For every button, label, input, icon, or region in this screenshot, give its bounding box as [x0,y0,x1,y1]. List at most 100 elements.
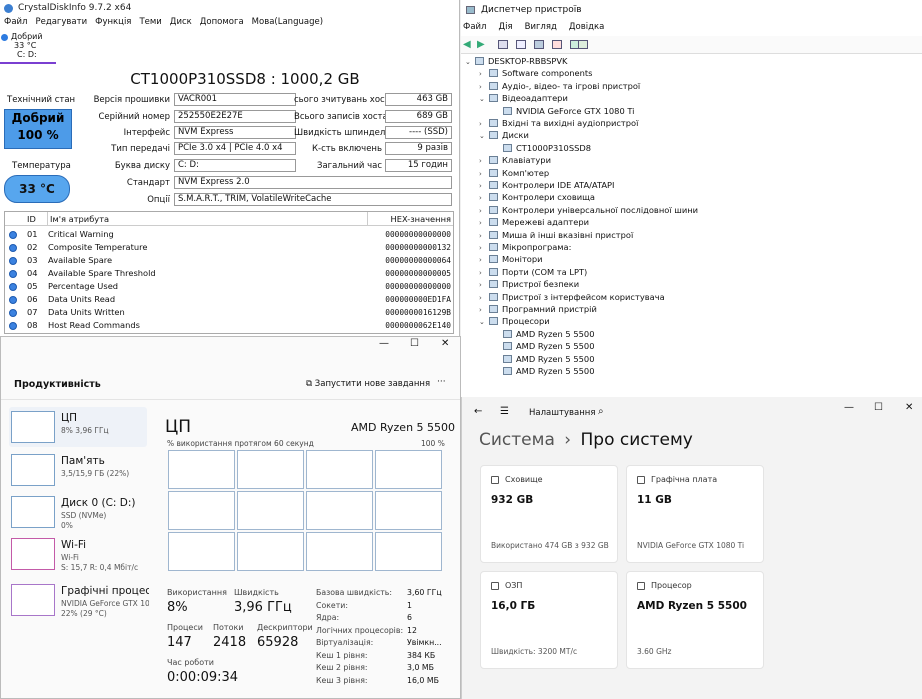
perf-sidebar-item[interactable]: Диск 0 (C: D:) SSD (NVMe) 0% [9,492,147,532]
list-icon[interactable] [516,40,526,49]
expand-chevron-icon[interactable]: › [479,192,489,204]
more-options-button[interactable]: ··· [437,377,446,387]
smart-row[interactable]: 06 Data Units Read 000000000ED1FA [5,293,453,306]
properties-icon[interactable] [498,40,508,49]
tree-node[interactable]: › Пристрої безпеки [479,278,579,290]
perf-sidebar-item[interactable]: ЦП 8% 3,96 ГГц [9,407,147,447]
tree-node[interactable]: AMD Ryzen 5 5500 [493,328,594,340]
smart-row[interactable]: 08 Host Read Commands 0000000062E140 [5,319,453,332]
tree-node[interactable]: ⌄ Диски [479,129,529,141]
collapse-chevron-icon[interactable]: ⌄ [465,56,475,68]
tree-node[interactable]: › Мережеві адаптери [479,216,589,228]
spec-card[interactable]: Процесор AMD Ryzen 5 5500 3.60 GHz [626,571,764,669]
back-icon[interactable]: ◀ [463,39,471,50]
menu-file[interactable]: Файл [4,17,27,30]
menu-edit[interactable]: Редагувати [35,17,87,30]
search-icon[interactable]: ⌕ [598,406,604,417]
menu-language[interactable]: Мова(Language) [252,17,323,30]
tree-node[interactable]: › Вхідні та вихідні аудіопристрої [479,117,638,129]
tree-node[interactable]: › Контролери сховища [479,191,595,203]
expand-chevron-icon[interactable]: › [479,279,489,291]
expand-chevron-icon[interactable]: › [479,217,489,229]
perf-sidebar-item[interactable]: Wi-Fi Wi-Fi S: 15,7 R: 0,4 Мбіт/с [9,534,147,574]
tree-node[interactable]: › Клавіатури [479,154,551,166]
tree-node[interactable]: AMD Ryzen 5 5500 [493,365,594,377]
tree-node[interactable]: ⌄ DESKTOP-RBBSPVK [465,55,568,67]
smart-row[interactable]: 04 Available Spare Threshold 0000000000000… [5,267,453,280]
menu-function[interactable]: Функція [95,17,131,30]
expand-chevron-icon[interactable]: › [479,205,489,217]
expand-chevron-icon[interactable]: › [479,118,489,130]
expand-chevron-icon[interactable]: › [479,81,489,93]
maximize-icon[interactable]: ☐ [410,338,419,349]
tree-node[interactable]: › Порти (COM та LPT) [479,266,587,278]
expand-chevron-icon[interactable]: › [479,230,489,242]
st-close-icon[interactable]: ✕ [905,402,913,413]
menu-disk[interactable]: Диск [170,17,192,30]
expand-chevron-icon[interactable]: › [479,267,489,279]
tree-node[interactable]: › Мікропрограма: [479,241,571,253]
health-status-badge[interactable]: Добрий 100 % [4,109,72,149]
smart-row[interactable]: 01 Critical Warning 00000000000000 [5,228,453,241]
uninstall-icon[interactable] [552,40,562,49]
tree-node[interactable]: › Комп'ютер [479,167,549,179]
dm-menu-action[interactable]: Дія [498,22,512,32]
tree-node[interactable]: NVIDIA GeForce GTX 1080 Ti [493,105,635,117]
cpu-core-graph [306,532,373,571]
smart-row[interactable]: 03 Available Spare 00000000000064 [5,254,453,267]
expand-chevron-icon[interactable]: › [479,168,489,180]
collapse-chevron-icon[interactable]: ⌄ [479,130,489,142]
scan-hardware-icon[interactable] [578,40,588,49]
tree-node[interactable]: › Монітори [479,253,543,265]
smart-row[interactable]: 02 Composite Temperature 00000000000132 [5,241,453,254]
tree-node[interactable]: › Аудіо-, відео- та ігрові пристрої [479,80,640,92]
forward-icon[interactable]: ▶ [477,39,485,50]
expand-chevron-icon[interactable]: › [479,180,489,192]
breadcrumb-system[interactable]: Система [479,430,555,450]
smart-table[interactable]: ID Ім'я атрибута HEX-значення 01 Critical… [4,211,454,334]
smart-row[interactable]: 07 Data Units Written 0000000016129B [5,306,453,319]
tree-node[interactable]: CT1000P310SSD8 [493,142,591,154]
menu-themes[interactable]: Теми [139,17,161,30]
expand-chevron-icon[interactable]: › [479,292,489,304]
st-maximize-icon[interactable]: ☐ [874,402,883,413]
tree-node[interactable]: › Миша й інші вказівні пристрої [479,229,633,241]
tree-node[interactable]: AMD Ryzen 5 5500 [493,353,594,365]
tree-node-label: Процесори [502,316,550,327]
expand-chevron-icon[interactable]: › [479,68,489,80]
tree-node[interactable]: › Контролери IDE ATA/ATAPI [479,179,615,191]
tree-node-label: AMD Ryzen 5 5500 [516,328,595,339]
tree-node[interactable]: › Контролери універсальної послідовної ши… [479,204,698,216]
spec-card[interactable]: Графічна плата 11 GB NVIDIA GeForce GTX 10… [626,465,764,563]
run-new-task-button[interactable]: ⧉ Запустити нове завдання [306,379,430,389]
collapse-chevron-icon[interactable]: ⌄ [479,316,489,328]
help-icon[interactable] [534,40,544,49]
close-icon[interactable]: ✕ [441,338,449,349]
smart-raw: 00000000000000 [385,282,451,291]
tree-node[interactable]: AMD Ryzen 5 5500 [493,340,594,352]
expand-chevron-icon[interactable]: › [479,304,489,316]
spec-card[interactable]: ОЗП 16,0 ГБ Швидкість: 3200 MT/с [480,571,618,669]
minimize-icon[interactable]: — [379,338,389,349]
dm-menu-file[interactable]: Файл [463,22,486,32]
tree-node[interactable]: › Software components [479,67,592,79]
tree-node[interactable]: › Програмний пристрій [479,303,597,315]
hamburger-menu-icon[interactable]: ☰ [500,406,509,417]
smart-row[interactable]: 05 Percentage Used 00000000000000 [5,280,453,293]
expand-chevron-icon[interactable]: › [479,242,489,254]
menu-help[interactable]: Допомога [200,17,244,30]
collapse-chevron-icon[interactable]: ⌄ [479,93,489,105]
dm-menu-help[interactable]: Довідка [569,22,604,32]
drive-tab[interactable]: Добрий 33 °C C: D: [0,32,56,64]
expand-chevron-icon[interactable]: › [479,254,489,266]
tree-node[interactable]: ⌄ Відеоадаптери [479,92,568,104]
tree-node[interactable]: › Пристрої з інтерфейсом користувача [479,291,665,303]
tree-node[interactable]: ⌄ Процесори [479,315,550,327]
spec-card[interactable]: Сховище 932 GB Використано 474 GB з 932 GB [480,465,618,563]
expand-chevron-icon[interactable]: › [479,155,489,167]
perf-sidebar-item[interactable]: Пам'ять 3,5/15,9 ГБ (22%) [9,450,147,490]
dm-menu-view[interactable]: Вигляд [525,22,557,32]
perf-sidebar-item[interactable]: Графічні процесор NVIDIA GeForce GTX 1082… [9,580,149,620]
back-arrow-icon[interactable]: ← [474,406,482,417]
st-minimize-icon[interactable]: — [844,402,854,413]
